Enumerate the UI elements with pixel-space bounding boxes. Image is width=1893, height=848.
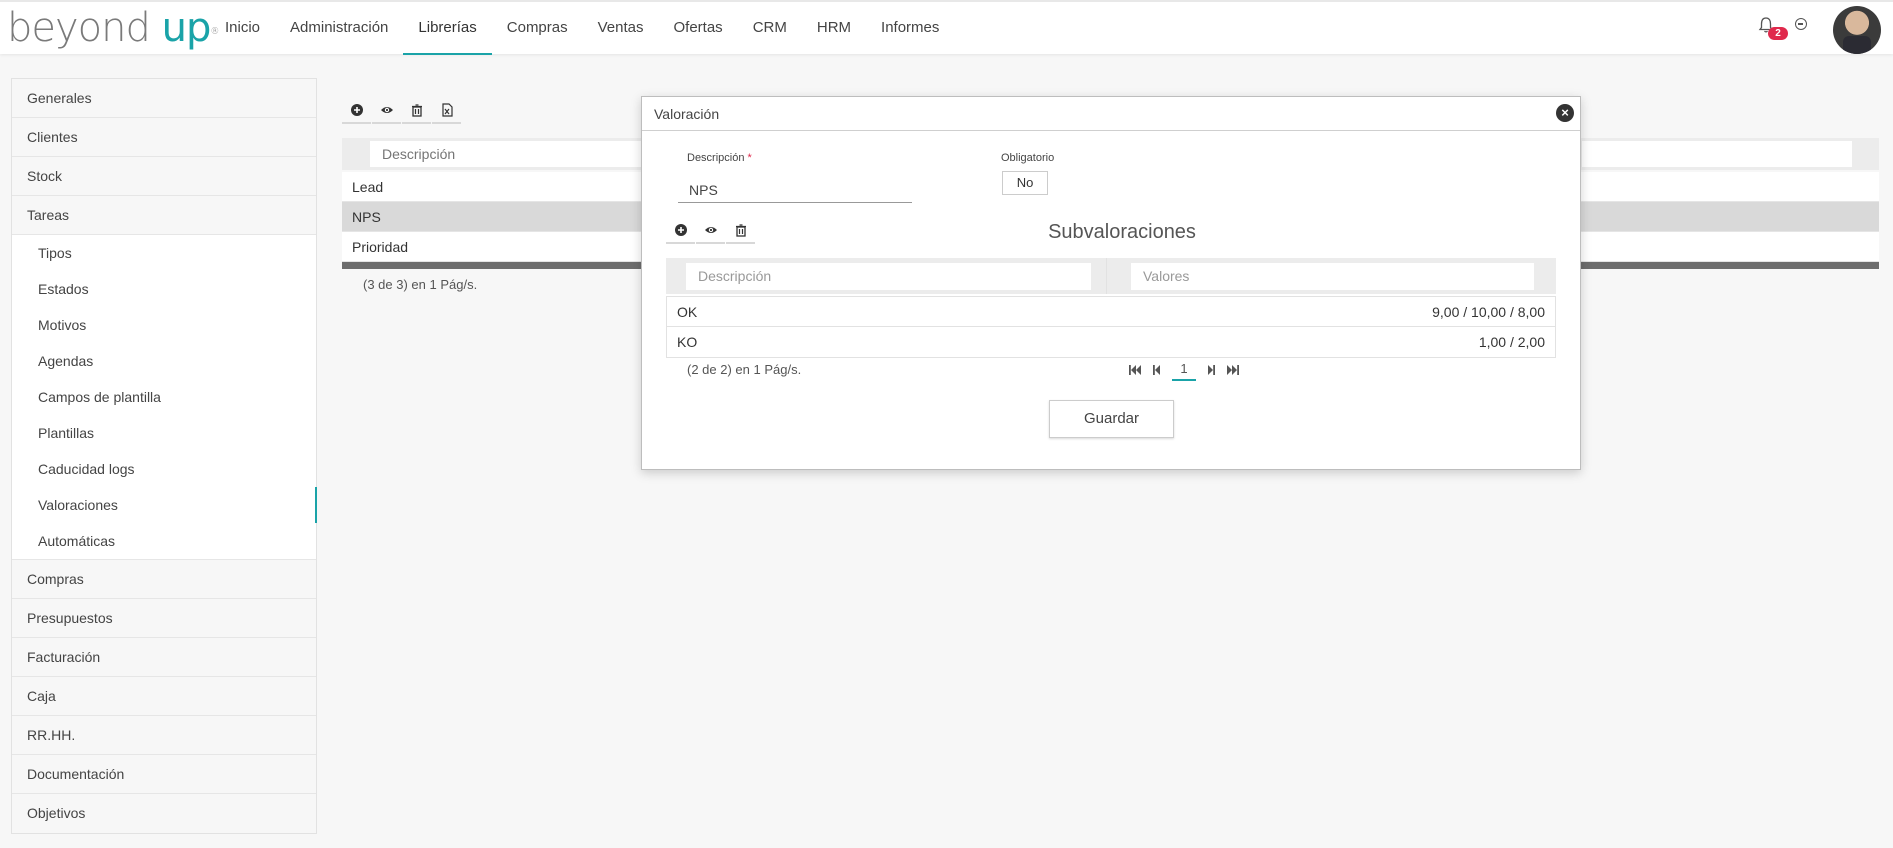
sub-view-button[interactable]: [696, 218, 725, 244]
subvaloraciones-title: Subvaloraciones: [1048, 221, 1196, 243]
sidebar-subitem-tipos[interactable]: Tipos: [12, 235, 316, 271]
nav-item-ventas[interactable]: Ventas: [583, 2, 659, 54]
view-icon: [380, 107, 393, 113]
view-icon: [704, 227, 717, 233]
sub-row-values: 9,00 / 10,00 / 8,00: [1432, 304, 1545, 320]
user-avatar[interactable]: [1833, 6, 1881, 54]
sub-toolbar: [666, 218, 756, 244]
sidebar-item-clientes[interactable]: Clientes: [12, 118, 316, 157]
description-label-text: Descripción: [687, 152, 745, 164]
dialog-title: Valoración: [654, 106, 720, 122]
secondary-filter-input[interactable]: [1582, 141, 1852, 167]
delete-icon: [411, 104, 422, 117]
sub-pager-info: (2 de 2) en 1 Pág/s.: [687, 362, 802, 377]
prev-page-button[interactable]: [1146, 360, 1168, 380]
main-pager-info: (3 de 3) en 1 Pág/s.: [363, 277, 478, 292]
sidebar-subitem-caducidad-logs[interactable]: Caducidad logs: [12, 451, 316, 487]
nav-item-informes[interactable]: Informes: [866, 2, 954, 54]
required-mark: *: [747, 152, 752, 164]
sub-add-button[interactable]: [666, 218, 695, 244]
sidebar-item-documentacion[interactable]: Documentación: [12, 755, 316, 794]
nav-item-hrm[interactable]: HRM: [802, 2, 866, 54]
logo-text-beyond: beyond: [7, 5, 151, 51]
excel-export-button[interactable]: [432, 98, 461, 124]
logo-text-up: up: [161, 5, 212, 51]
next-page-icon: [1208, 365, 1215, 375]
sidebar-subitem-plantillas[interactable]: Plantillas: [12, 415, 316, 451]
nav-item-librerias[interactable]: Librerías: [403, 2, 493, 55]
sub-filter-divider: [1106, 258, 1107, 294]
add-icon: [674, 224, 687, 236]
nav-item-ofertas[interactable]: Ofertas: [659, 2, 738, 54]
sidebar: Generales Clientes Stock Tareas Tipos Es…: [11, 78, 317, 834]
dialog-header: Valoración ×: [642, 97, 1580, 131]
sub-delete-button[interactable]: [726, 218, 755, 244]
close-icon[interactable]: ×: [1556, 104, 1574, 122]
page-number[interactable]: 1: [1172, 359, 1196, 381]
sidebar-subitem-campos-de-plantilla[interactable]: Campos de plantilla: [12, 379, 316, 415]
last-page-icon: [1227, 365, 1239, 375]
obligatorio-label: Obligatorio: [1001, 152, 1055, 164]
brand-logo[interactable]: beyond up®: [7, 5, 219, 51]
valoracion-dialog: Valoración × Descripción * Obligatorio N…: [641, 96, 1581, 470]
add-button[interactable]: [342, 98, 371, 124]
last-page-button[interactable]: [1222, 360, 1244, 380]
obligatorio-toggle[interactable]: No: [1002, 171, 1048, 195]
sub-row-description: KO: [677, 334, 698, 350]
sidebar-item-caja[interactable]: Caja: [12, 677, 316, 716]
save-button[interactable]: Guardar: [1049, 400, 1174, 438]
description-filter-input[interactable]: [370, 141, 670, 167]
nav-item-administracion[interactable]: Administración: [275, 2, 403, 54]
next-page-button[interactable]: [1200, 360, 1222, 380]
main-nav: Inicio Administración Librerías Compras …: [210, 2, 954, 55]
paginator: 1: [1124, 359, 1244, 381]
main-toolbar: [342, 98, 462, 124]
first-page-button[interactable]: [1124, 360, 1146, 380]
delete-icon: [735, 224, 746, 237]
sidebar-item-rrhh[interactable]: RR.HH.: [12, 716, 316, 755]
delete-button[interactable]: [402, 98, 431, 124]
sidebar-subitem-estados[interactable]: Estados: [12, 271, 316, 307]
description-input[interactable]: [678, 177, 912, 203]
sidebar-item-presupuestos[interactable]: Presupuestos: [12, 599, 316, 638]
sub-values-filter[interactable]: Valores: [1131, 263, 1534, 290]
sub-row-values: 1,00 / 2,00: [1478, 334, 1545, 350]
sub-list: OK 9,00 / 10,00 / 8,00 KO 1,00 / 2,00: [666, 296, 1556, 358]
table-row[interactable]: KO 1,00 / 2,00: [667, 327, 1555, 357]
sidebar-item-tareas[interactable]: Tareas: [12, 196, 316, 235]
nav-item-compras[interactable]: Compras: [492, 2, 583, 54]
sidebar-subitem-valoraciones[interactable]: Valoraciones: [12, 487, 317, 523]
excel-export-icon: [441, 103, 453, 117]
sidebar-item-stock[interactable]: Stock: [12, 157, 316, 196]
sidebar-item-objetivos[interactable]: Objetivos: [12, 794, 316, 833]
sidebar-subitem-agendas[interactable]: Agendas: [12, 343, 316, 379]
prev-page-icon: [1153, 365, 1160, 375]
sidebar-subgroup-tareas: Tipos Estados Motivos Agendas Campos de …: [12, 235, 317, 560]
top-bar: beyond up® Inicio Administración Librerí…: [0, 0, 1893, 55]
table-row[interactable]: OK 9,00 / 10,00 / 8,00: [667, 297, 1555, 327]
add-icon: [350, 104, 363, 116]
sidebar-subitem-motivos[interactable]: Motivos: [12, 307, 316, 343]
sub-description-filter[interactable]: Descripción: [686, 263, 1091, 290]
first-page-icon: [1129, 365, 1141, 375]
nav-item-inicio[interactable]: Inicio: [210, 2, 275, 54]
user-menu-caret-icon[interactable]: [1795, 18, 1807, 30]
sub-filter-row: Descripción Valores: [666, 258, 1556, 294]
sidebar-item-facturacion[interactable]: Facturación: [12, 638, 316, 677]
notification-badge: 2: [1768, 27, 1788, 40]
nav-item-crm[interactable]: CRM: [738, 2, 802, 54]
view-button[interactable]: [372, 98, 401, 124]
sidebar-subitem-automaticas[interactable]: Automáticas: [12, 523, 316, 559]
sidebar-item-generales[interactable]: Generales: [12, 79, 316, 118]
description-label: Descripción *: [687, 152, 752, 164]
sub-row-description: OK: [677, 304, 698, 320]
sidebar-item-compras[interactable]: Compras: [12, 560, 316, 599]
